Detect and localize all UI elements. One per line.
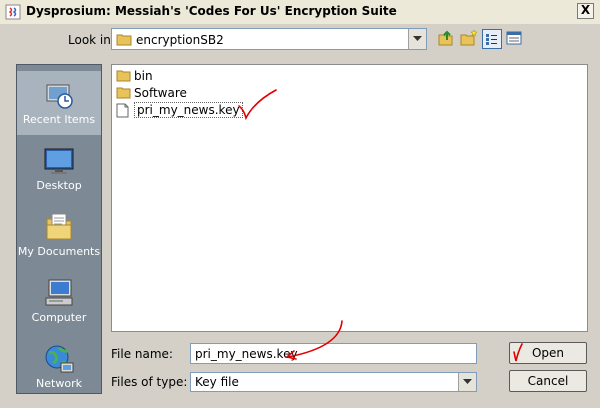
list-view-button[interactable]: [482, 29, 502, 49]
places-sidebar: Recent Items Desktop My Documents Comput…: [16, 64, 102, 394]
file-icon: [116, 103, 129, 118]
close-icon: X: [580, 3, 591, 17]
computer-icon: [45, 279, 73, 306]
cancel-label: Cancel: [527, 374, 569, 388]
file-name: pri_my_news.key: [134, 102, 243, 118]
up-one-level-button[interactable]: [437, 29, 457, 49]
cancel-button[interactable]: Cancel: [509, 370, 587, 392]
place-my-documents[interactable]: My Documents: [17, 203, 101, 267]
folder-icon: [116, 70, 131, 82]
folder-icon: [116, 34, 132, 46]
file-name: bin: [134, 69, 153, 83]
close-button[interactable]: X: [577, 3, 594, 19]
up-folder-icon: [438, 30, 453, 46]
recent-items-icon: [46, 84, 73, 109]
lookin-label: Look in:: [68, 33, 115, 47]
file-name: Software: [134, 86, 187, 100]
place-computer[interactable]: Computer: [17, 269, 101, 333]
chevron-down-icon: [413, 36, 422, 41]
desktop-icon: [44, 148, 74, 174]
title-bar: Dysprosium: Messiah's 'Codes For Us' Enc…: [0, 0, 600, 25]
details-view-icon: [506, 31, 522, 45]
place-label: Desktop: [36, 179, 82, 192]
file-list[interactable]: bin Software pri_my_news.key: [111, 64, 588, 332]
create-new-folder-button[interactable]: [460, 29, 480, 49]
place-label: My Documents: [17, 245, 101, 258]
place-label: Computer: [31, 311, 87, 324]
details-view-button[interactable]: [505, 29, 525, 49]
open-button[interactable]: Open: [509, 342, 587, 364]
place-label: Network: [36, 377, 82, 390]
lookin-value: encryptionSB2: [136, 33, 224, 47]
place-network[interactable]: Network: [17, 335, 101, 399]
filename-input[interactable]: [190, 343, 477, 364]
place-desktop[interactable]: Desktop: [17, 137, 101, 201]
place-recent-items[interactable]: Recent Items: [17, 71, 101, 135]
filetype-value: Key file: [195, 375, 239, 389]
filetype-label: Files of type:: [111, 375, 188, 389]
list-view-icon: [486, 34, 497, 45]
java-app-icon: [5, 4, 21, 20]
filetype-combo[interactable]: Key file: [190, 372, 477, 392]
folder-icon: [116, 87, 131, 99]
filetype-dropdown-button[interactable]: [458, 373, 476, 391]
lookin-combo[interactable]: encryptionSB2: [111, 28, 427, 50]
network-icon: [45, 345, 74, 373]
window-title: Dysprosium: Messiah's 'Codes For Us' Enc…: [26, 4, 397, 18]
open-label: Open: [531, 346, 565, 360]
chevron-down-icon: [463, 379, 472, 384]
filename-label: File name:: [111, 347, 173, 361]
place-label: Recent Items: [22, 113, 96, 126]
lookin-dropdown-button[interactable]: [408, 29, 426, 49]
new-folder-icon: [460, 29, 478, 46]
my-documents-icon: [46, 213, 72, 240]
